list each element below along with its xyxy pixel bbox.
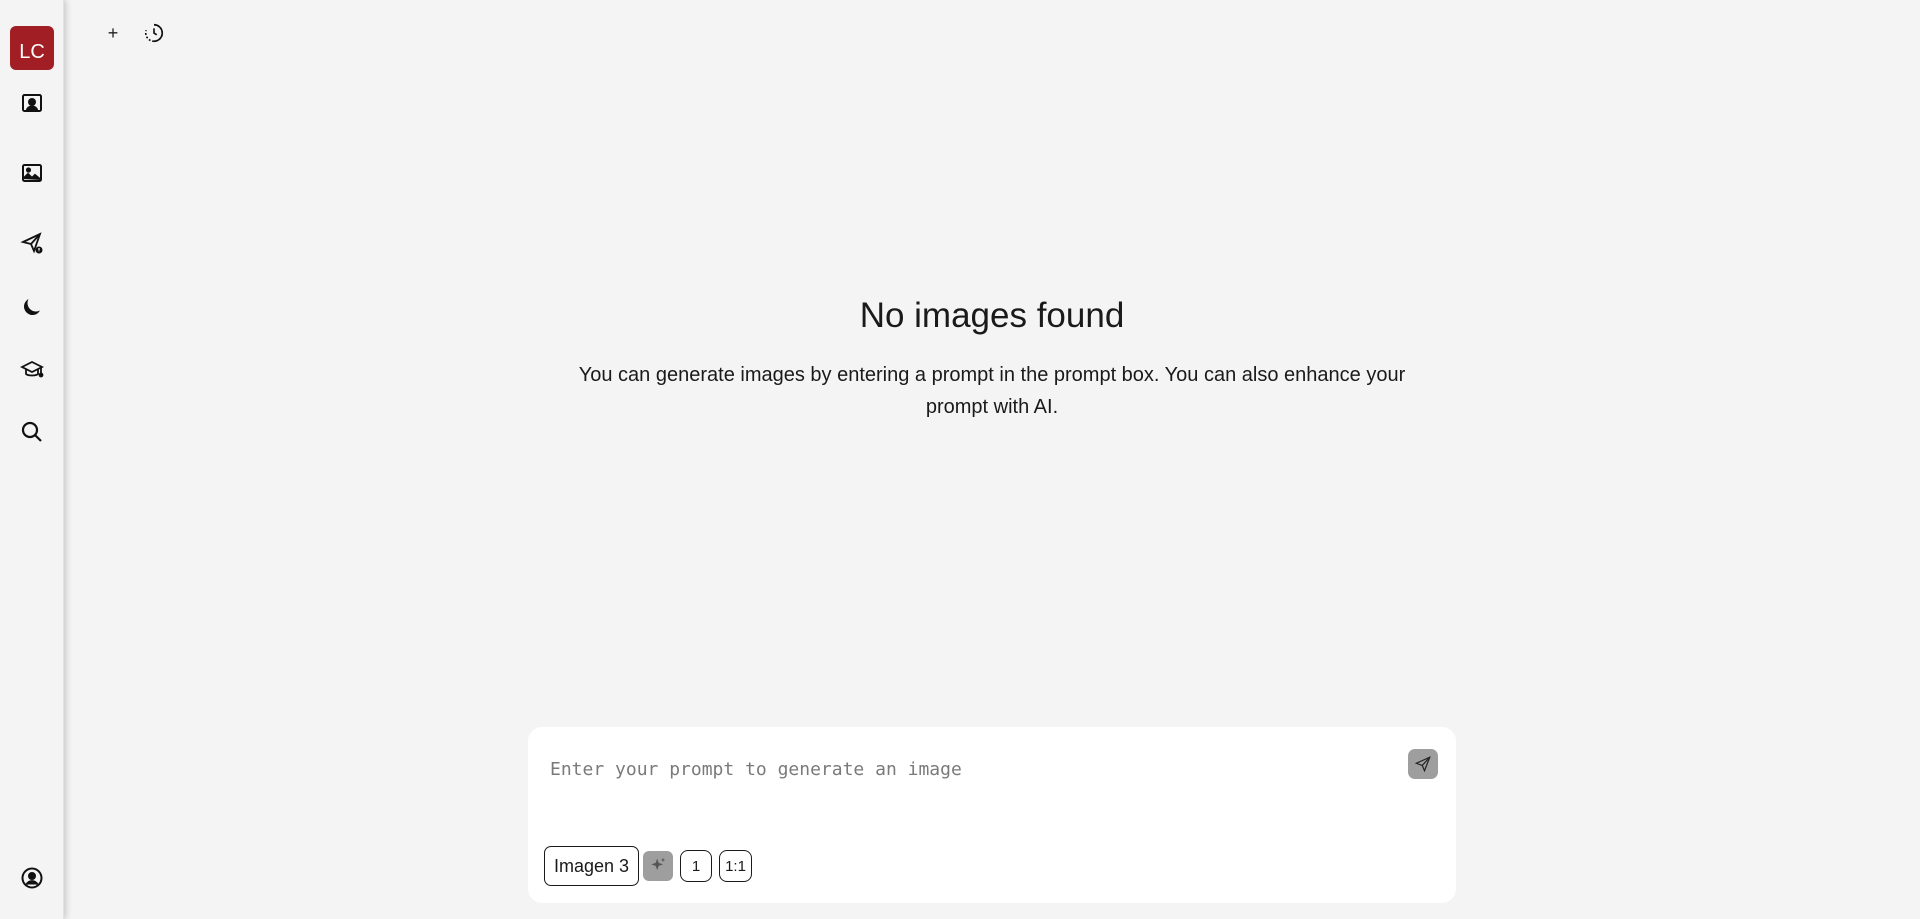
enhance-prompt-button[interactable] (643, 851, 673, 881)
graduation-cap-icon[interactable] (18, 356, 46, 384)
empty-state-description: You can generate images by entering a pr… (578, 364, 1406, 418)
sidebar: LC (0, 0, 64, 919)
new-button[interactable]: + (100, 20, 126, 46)
user-circle-icon[interactable] (18, 864, 46, 892)
avatar[interactable]: LC (10, 26, 54, 70)
aspect-ratio-select[interactable]: 1:1 (719, 850, 752, 882)
image-icon[interactable] (18, 159, 46, 187)
send-button[interactable] (1408, 749, 1438, 779)
model-select[interactable]: Imagen 3 (544, 846, 639, 886)
prompt-input[interactable] (550, 749, 1400, 789)
history-icon[interactable] (141, 20, 167, 46)
search-icon[interactable] (18, 418, 46, 446)
prompt-box: Imagen 3 1 1:1 (528, 727, 1456, 903)
empty-state-title: No images found (859, 296, 1125, 335)
send-alert-icon[interactable] (18, 229, 46, 257)
send-icon (1414, 756, 1431, 773)
image-count-select[interactable]: 1 (680, 850, 712, 882)
sparkles-icon (651, 857, 666, 871)
portrait-icon[interactable] (18, 90, 46, 118)
